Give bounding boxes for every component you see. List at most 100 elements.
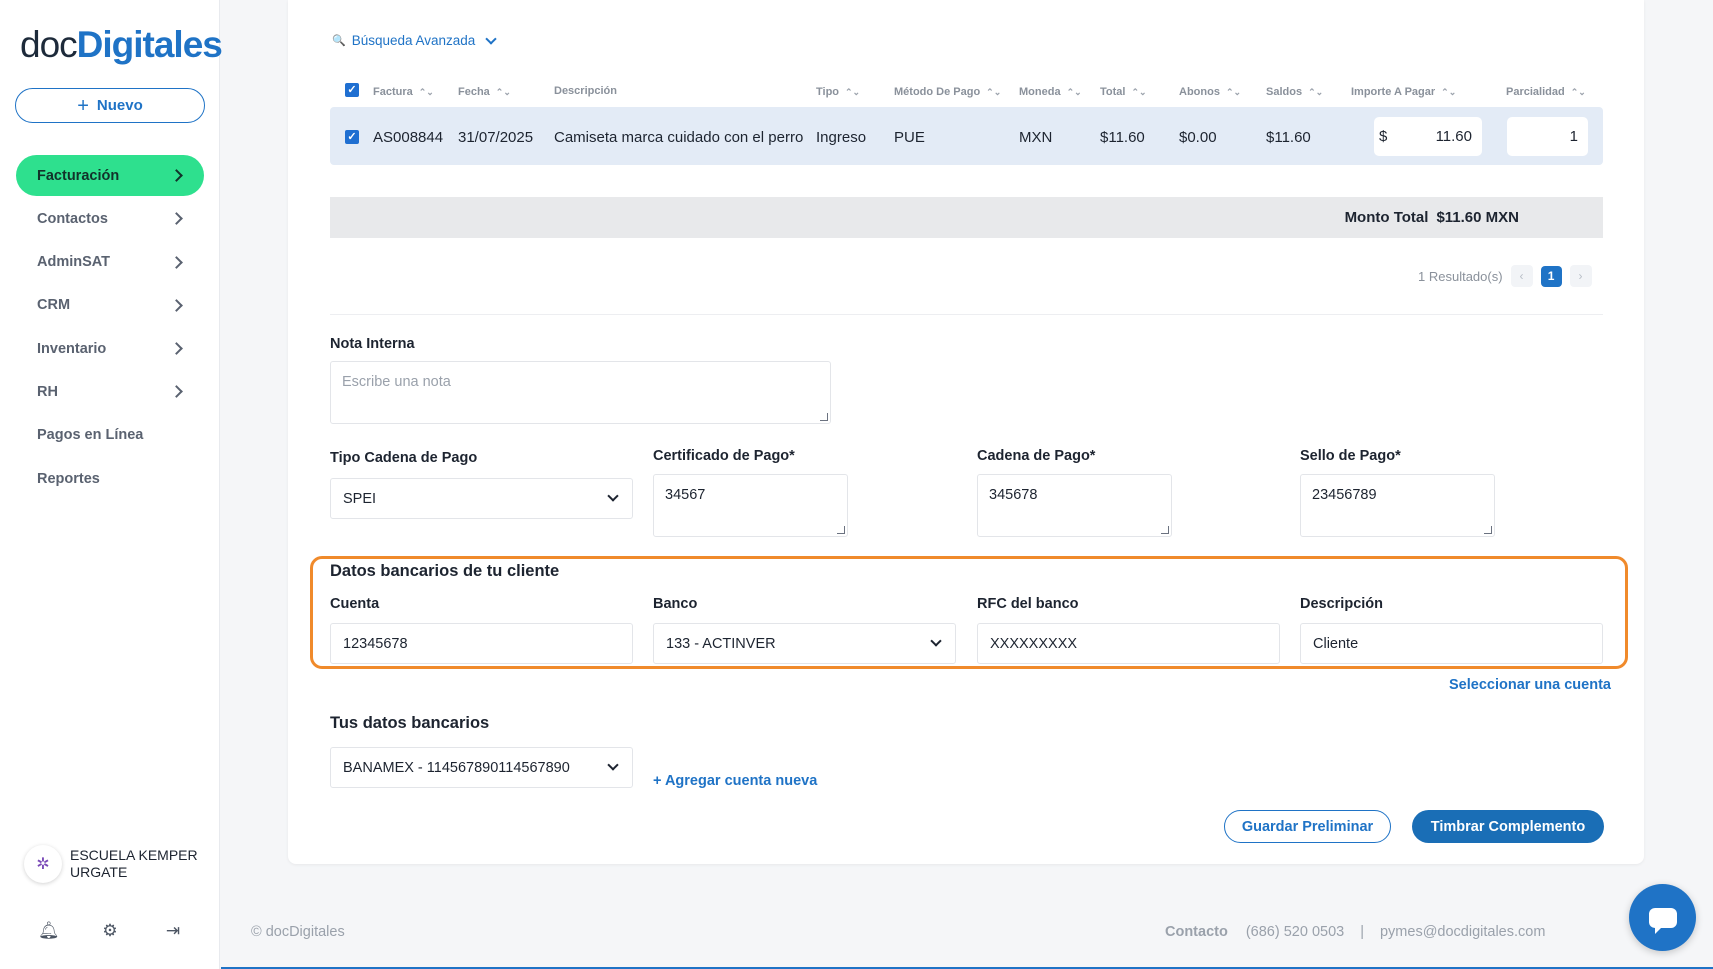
currency-symbol: $ xyxy=(1379,128,1388,145)
own-bank-title: Tus datos bancarios xyxy=(330,714,490,732)
sidebar-item-inventario[interactable]: Inventario xyxy=(16,328,204,369)
school-logo-icon: ✲ xyxy=(36,856,50,873)
chat-icon xyxy=(1648,907,1677,934)
column-header-importe[interactable]: Importe A Pagar ⌃⌄ xyxy=(1351,86,1456,98)
cell-factura: AS008844 xyxy=(373,129,444,146)
sidebar-nav: Facturación Contactos AdminSAT CRM Inven… xyxy=(16,155,204,501)
nota-placeholder: Escribe una nota xyxy=(342,374,451,390)
resize-handle-icon[interactable] xyxy=(1484,526,1492,534)
app-logo[interactable]: docDigitales xyxy=(20,24,223,66)
contact-email[interactable]: pymes@docdigitales.com xyxy=(1380,924,1545,940)
certificado-value: 34567 xyxy=(665,487,706,503)
resize-handle-icon[interactable] xyxy=(1161,526,1169,534)
contact-label: Contacto xyxy=(1165,924,1228,940)
rfc-banco-input[interactable]: XXXXXXXXX xyxy=(977,623,1280,664)
total-value: $11.60 MXN xyxy=(1436,209,1519,226)
column-header-abonos[interactable]: Abonos ⌃⌄ xyxy=(1179,86,1241,98)
nota-interna-label: Nota Interna xyxy=(330,336,415,352)
parcialidad-input[interactable]: 1 xyxy=(1507,117,1588,156)
prev-page-button[interactable]: ‹ xyxy=(1510,265,1533,287)
bell-icon[interactable]: 🔔︎ xyxy=(38,921,60,941)
user-profile[interactable]: ✲ ESCUELA KEMPER URGATE xyxy=(24,845,210,883)
sidebar-item-label: Inventario xyxy=(37,340,107,357)
gear-icon[interactable]: ⚙ xyxy=(101,921,119,941)
chevron-down-icon xyxy=(607,759,619,771)
sidebar: docDigitales + Nuevo Facturación Contact… xyxy=(0,0,223,969)
stamp-complement-button[interactable]: Timbrar Complemento xyxy=(1412,810,1604,843)
sidebar-item-reportes[interactable]: Reportes xyxy=(16,458,204,499)
row-checkbox[interactable]: ✓ xyxy=(345,130,359,144)
sidebar-item-contactos[interactable]: Contactos xyxy=(16,198,204,239)
sello-label: Sello de Pago* xyxy=(1300,448,1401,464)
sidebar-item-adminsat[interactable]: AdminSAT xyxy=(16,242,204,283)
cadena-value: 345678 xyxy=(989,487,1038,503)
current-page-button[interactable]: 1 xyxy=(1540,265,1562,287)
total-label: Monto Total xyxy=(1344,209,1429,226)
new-button[interactable]: + Nuevo xyxy=(15,88,205,123)
next-page-button[interactable]: › xyxy=(1569,265,1592,287)
sidebar-item-crm[interactable]: CRM xyxy=(16,285,204,326)
banco-value: 133 - ACTINVER xyxy=(666,635,776,652)
cuenta-label: Cuenta xyxy=(330,596,380,612)
sort-icon: ⌃⌄ xyxy=(986,87,1002,97)
sort-icon: ⌃⌄ xyxy=(1131,87,1147,97)
results-count: 1 Resultado(s) xyxy=(1418,268,1503,284)
sidebar-item-label: AdminSAT xyxy=(37,254,111,271)
logout-icon[interactable]: ⇥ xyxy=(164,921,182,941)
contact-phone[interactable]: (686) 520 0503 xyxy=(1246,924,1344,940)
tipo-cadena-select[interactable]: SPEI xyxy=(330,478,633,519)
sort-icon: ⌃⌄ xyxy=(1570,87,1586,97)
sidebar-item-pagos-en-linea[interactable]: Pagos en Línea xyxy=(16,415,204,456)
cell-fecha: 31/07/2025 xyxy=(458,129,534,146)
cell-moneda: MXN xyxy=(1019,129,1053,146)
column-header-total[interactable]: Total ⌃⌄ xyxy=(1100,86,1147,98)
rfc-banco-value: XXXXXXXXX xyxy=(990,635,1078,652)
sort-icon: ⌃⌄ xyxy=(1308,87,1324,97)
sort-icon: ⌃⌄ xyxy=(845,87,861,97)
resize-handle-icon[interactable] xyxy=(820,413,828,421)
descripcion-value: Cliente xyxy=(1313,635,1359,652)
cell-abonos: $0.00 xyxy=(1179,129,1217,146)
sidebar-item-label: CRM xyxy=(37,297,71,314)
nota-interna-textarea[interactable]: Escribe una nota xyxy=(330,361,831,424)
sort-icon: ⌃⌄ xyxy=(1441,87,1457,97)
chevron-down-icon xyxy=(607,490,619,502)
chevron-down-icon xyxy=(485,32,497,45)
cell-metodo-pago: PUE xyxy=(894,129,925,146)
chat-button[interactable] xyxy=(1629,884,1696,951)
cadena-textarea[interactable]: 345678 xyxy=(977,474,1172,537)
resize-handle-icon[interactable] xyxy=(837,526,845,534)
main-card: 🔍 Búsqueda Avanzada ✓ Factura ⌃⌄ Fecha ⌃⌄ … xyxy=(288,0,1644,864)
column-header-metodo-pago[interactable]: Método De Pago ⌃⌄ xyxy=(894,86,1001,98)
cuenta-input[interactable]: 12345678 xyxy=(330,623,633,664)
descripcion-label: Descripción xyxy=(1300,596,1383,612)
sello-value: 23456789 xyxy=(1312,487,1377,503)
certificado-textarea[interactable]: 34567 xyxy=(653,474,848,537)
column-header-moneda[interactable]: Moneda ⌃⌄ xyxy=(1019,86,1082,98)
column-header-factura[interactable]: Factura ⌃⌄ xyxy=(373,86,434,98)
column-header-tipo[interactable]: Tipo ⌃⌄ xyxy=(816,86,860,98)
importe-input[interactable]: $ 11.60 xyxy=(1374,117,1482,156)
banco-select[interactable]: 133 - ACTINVER xyxy=(653,623,956,664)
sidebar-item-facturacion[interactable]: Facturación xyxy=(16,155,204,196)
own-bank-select[interactable]: BANAMEX - 114567890114567890 xyxy=(330,747,633,788)
sidebar-item-rh[interactable]: RH xyxy=(16,371,204,412)
select-all-checkbox[interactable]: ✓ xyxy=(345,83,359,97)
chevron-right-icon xyxy=(170,255,183,269)
advanced-search-toggle[interactable]: 🔍 Búsqueda Avanzada xyxy=(332,32,497,48)
select-account-link[interactable]: Seleccionar una cuenta xyxy=(1449,677,1611,693)
descripcion-input[interactable]: Cliente xyxy=(1300,623,1603,664)
add-account-link[interactable]: + Agregar cuenta nueva xyxy=(653,773,817,789)
column-header-saldos[interactable]: Saldos ⌃⌄ xyxy=(1266,86,1323,98)
footer-contact: Contacto (686) 520 0503 | pymes@docdigitale… xyxy=(1165,924,1545,940)
sello-textarea[interactable]: 23456789 xyxy=(1300,474,1495,537)
column-header-fecha[interactable]: Fecha ⌃⌄ xyxy=(458,86,511,98)
column-header-parcialidad[interactable]: Parcialidad ⌃⌄ xyxy=(1506,86,1586,98)
sidebar-item-label: Contactos xyxy=(37,210,108,227)
save-preliminary-button[interactable]: Guardar Preliminar xyxy=(1224,810,1391,843)
advanced-search-label: Búsqueda Avanzada xyxy=(351,33,476,48)
sort-icon: ⌃⌄ xyxy=(418,87,434,97)
sidebar-item-label: RH xyxy=(37,383,58,400)
cliente-bank-title: Datos bancarios de tu cliente xyxy=(330,562,560,580)
cadena-label: Cadena de Pago* xyxy=(977,448,1096,464)
